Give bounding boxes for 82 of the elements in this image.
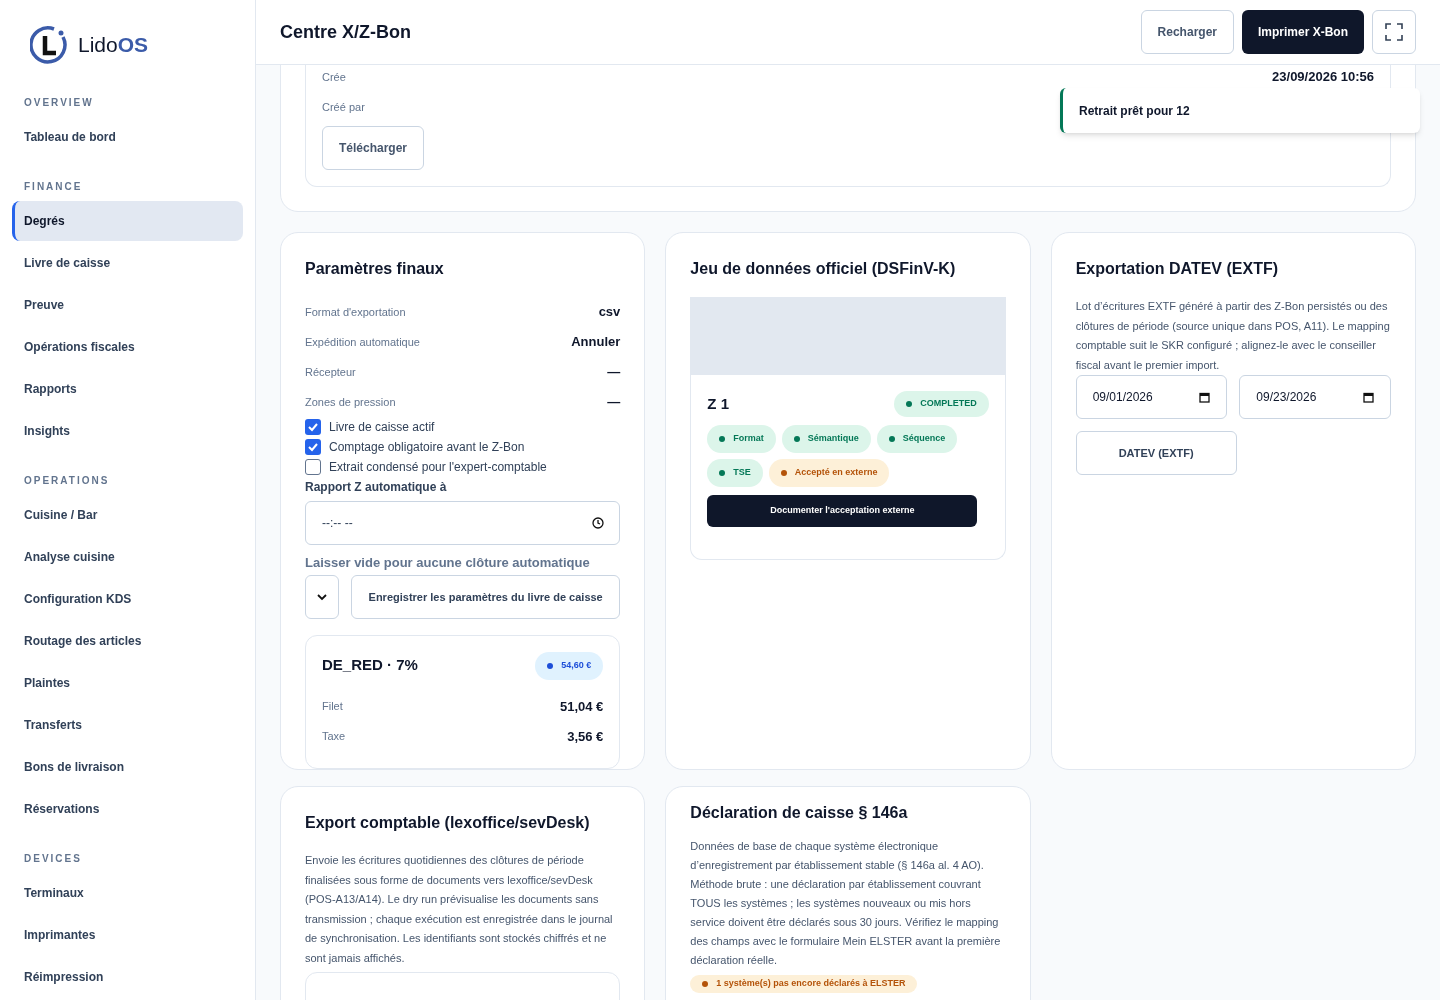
sidebar-item[interactable]: Analyse cuisine bbox=[12, 537, 243, 577]
tax-title: DE_RED · 7% bbox=[322, 655, 418, 676]
print-button[interactable]: Imprimer X-Bon bbox=[1242, 10, 1364, 54]
sidebar-item[interactable]: Preuve bbox=[12, 285, 243, 325]
reload-button[interactable]: Recharger bbox=[1140, 10, 1234, 54]
card-title: Export comptable (lexoffice/sevDesk) bbox=[305, 813, 591, 833]
setting-value: csv bbox=[598, 303, 621, 322]
sidebar-item[interactable]: Terminaux bbox=[12, 873, 243, 913]
sidebar-item[interactable]: Imprimantes bbox=[12, 915, 243, 955]
status-chip: Format bbox=[707, 425, 776, 453]
logo-text: LidoOS bbox=[78, 32, 149, 59]
status-chip: Séquence bbox=[876, 425, 958, 453]
card-title: Déclaration de caisse § 146a bbox=[690, 803, 909, 823]
description-text: Données de base de chaque système électronique d’enregistrement par établissement stable (§ 146a al. 4 AO). Méthode brute : une déclaration par établissement couvrant TOUS les systèmes ; les systèmes nouveaux ou mis hors service doivent être déclarés sous 30 jours. Vérifiez le mapping des champs avec le formulaire Mein ELSTER avant la première déclaration réelle. bbox=[690, 839, 1002, 968]
checkbox-label: Comptage obligatoire avant le Z-Bon bbox=[329, 439, 525, 456]
sidebar-item[interactable]: Degrés bbox=[12, 201, 243, 241]
setting-label: Récepteur bbox=[305, 364, 356, 380]
sidebar-item[interactable]: Rapports bbox=[12, 369, 243, 409]
hint-text: Laisser vide pour aucune clôture automatique bbox=[305, 554, 591, 572]
tax-value: 3,56 € bbox=[567, 727, 604, 746]
setting-label: Zones de pression bbox=[305, 394, 396, 410]
setting-label: Format d'exportation bbox=[305, 304, 406, 320]
tax-value: 51,04 € bbox=[559, 697, 604, 716]
sidebar-item[interactable]: Réservations bbox=[12, 789, 243, 829]
sidebar-item[interactable]: Bons de livraison bbox=[12, 747, 243, 787]
setting-value: — bbox=[607, 363, 621, 382]
field-label: Rapport Z automatique à bbox=[305, 479, 448, 496]
chevron-down-icon bbox=[317, 592, 327, 601]
calendar-icon bbox=[1363, 391, 1374, 403]
status-badge: COMPLETED bbox=[894, 391, 989, 417]
logo-icon bbox=[30, 25, 70, 65]
z-title: Z 1 bbox=[707, 393, 729, 414]
sidebar-item[interactable]: Transferts bbox=[12, 705, 243, 745]
amount-badge: 54,60 € bbox=[535, 651, 604, 680]
date-field[interactable]: 09/23/2026 bbox=[1239, 375, 1391, 419]
setting-value: — bbox=[607, 393, 621, 412]
download-button[interactable]: Télécharger bbox=[322, 126, 425, 170]
section-heading: OPERATIONS bbox=[23, 474, 111, 487]
section-heading: OVERVIEW bbox=[23, 96, 95, 109]
tax-label: Filet bbox=[322, 699, 343, 715]
section-heading: FINANCE bbox=[23, 180, 84, 193]
card-title: Jeu de données officiel (DSFinV-K) bbox=[690, 259, 957, 279]
status-chip: TSE bbox=[707, 459, 763, 487]
sidebar-item[interactable]: Livre de caisse bbox=[12, 243, 243, 283]
section-heading: DEVICES bbox=[23, 852, 83, 865]
datev-button[interactable]: DATEV (EXTF) bbox=[1075, 431, 1237, 475]
checkbox-label: Extrait condensé pour l'expert-comptable bbox=[329, 459, 547, 476]
sidebar-item[interactable]: Configuration KDS bbox=[12, 579, 243, 619]
clock-icon bbox=[592, 517, 605, 529]
sidebar-item[interactable]: Cuisine / Bar bbox=[12, 495, 243, 535]
checkbox[interactable] bbox=[305, 439, 321, 455]
status-chip: Sémantique bbox=[781, 425, 871, 453]
field-label: Créé par bbox=[322, 99, 365, 115]
card-title: Paramètres finaux bbox=[305, 259, 445, 279]
field-value: 23/09/2026 10:56 bbox=[1272, 68, 1374, 87]
page-title: Centre X/Z-Bon bbox=[280, 20, 411, 44]
setting-value: Annuler bbox=[571, 333, 621, 352]
warning-badge: 1 système(s) pas encore déclarés à ELSTER bbox=[690, 975, 918, 993]
setting-label: Expédition automatique bbox=[305, 334, 420, 350]
description-text: Lot d’écritures EXTF généré à partir des Z-Bon persistés ou des clôtures de période (source unique dans POS, A11). Le mapping comptable suit le SKR configuré ; alignez-le avec le conseiller fiscal avant le premier import. bbox=[1075, 299, 1391, 373]
checkbox-label: Livre de caisse actif bbox=[329, 419, 435, 436]
sidebar-item[interactable]: Réimpression bbox=[12, 957, 243, 997]
tax-label: Taxe bbox=[322, 729, 346, 745]
toast-message: Retrait prêt pour 12 bbox=[1079, 102, 1190, 120]
date-field[interactable]: 09/01/2026 bbox=[1075, 375, 1228, 419]
time-field[interactable]: --:-- -- bbox=[305, 501, 621, 545]
field-label: Crée bbox=[322, 69, 346, 85]
checkbox[interactable] bbox=[305, 459, 321, 475]
calendar-icon bbox=[1199, 391, 1211, 403]
fullscreen-button[interactable] bbox=[1372, 10, 1416, 54]
expand-icon bbox=[1385, 23, 1403, 41]
save-button[interactable]: Enregistrer les paramètres du livre de caisse bbox=[351, 574, 621, 619]
sidebar-item[interactable]: Routage des articles bbox=[12, 621, 243, 661]
sidebar-item[interactable]: Tableau de bord bbox=[12, 117, 243, 157]
description-text: Envoie les écritures quotidiennes des clôtures de période finalisées sous forme de documents vers lexoffice/sevDesk (POS-A13/A14). Le dry run prévisualise les documents sans transmission ; chaque exécution est enregistrée dans le journal de synchronisation. Les identifiants sont stockés chiffrés et ne sont jamais affichés. bbox=[305, 853, 614, 966]
document-button[interactable]: Documenter l'acceptation externe bbox=[707, 495, 978, 527]
card-title: Exportation DATEV (EXTF) bbox=[1075, 259, 1280, 279]
sidebar-item[interactable]: Plaintes bbox=[12, 663, 243, 703]
sidebar-item[interactable]: Opérations fiscales bbox=[12, 327, 243, 367]
status-chip: Accepté en externe bbox=[768, 459, 890, 487]
sidebar-item[interactable]: Insights bbox=[12, 411, 243, 451]
checkbox[interactable] bbox=[305, 419, 321, 435]
